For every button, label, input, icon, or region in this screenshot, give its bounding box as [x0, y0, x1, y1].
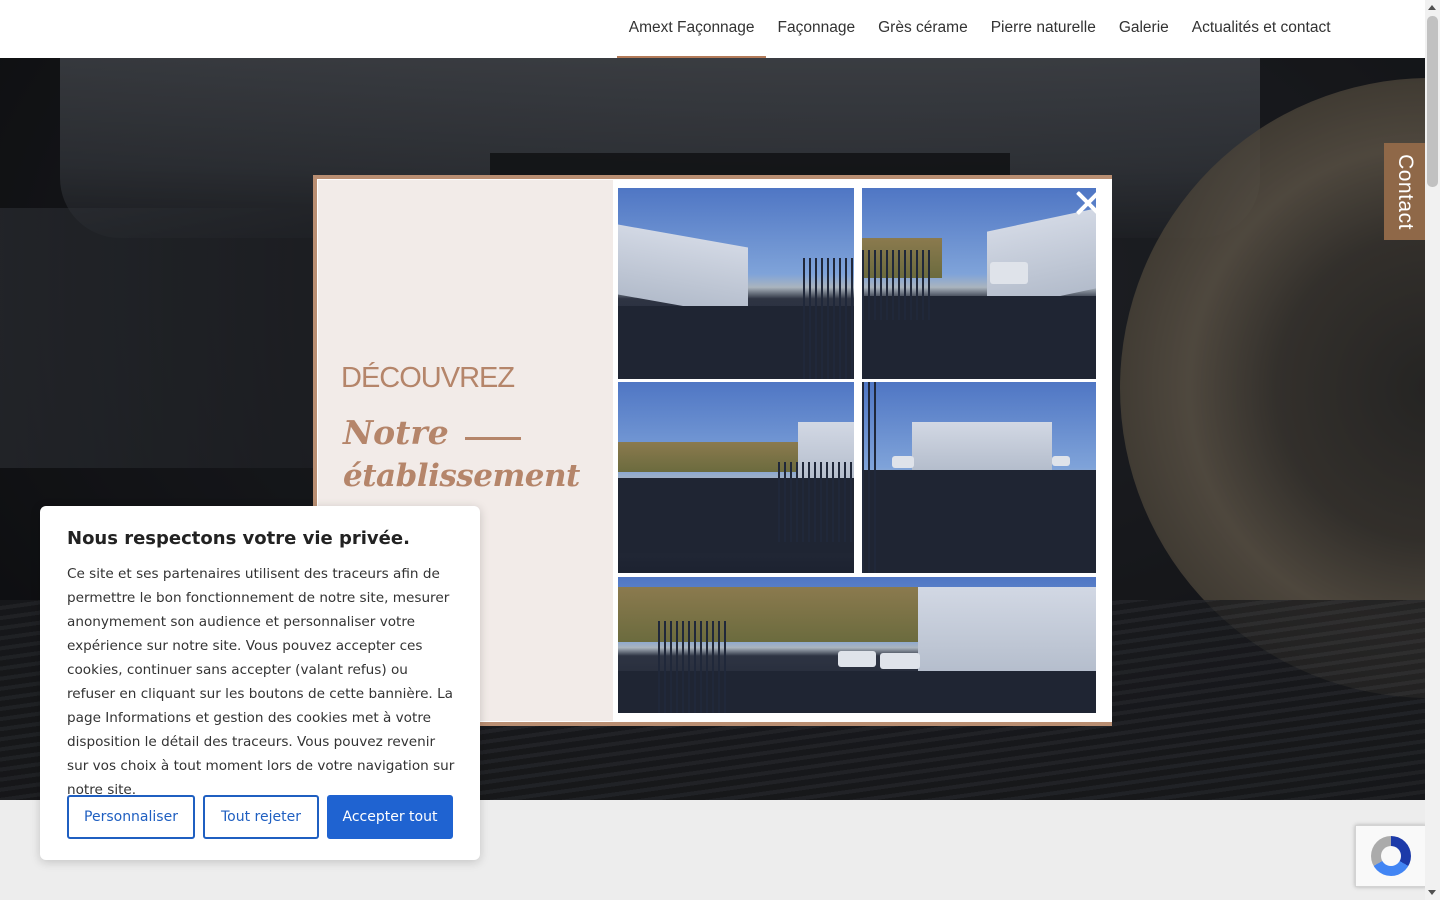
accept-all-button[interactable]: Accepter tout: [327, 795, 453, 839]
main-nav: Amext Façonnage Façonnage Grès cérame Pi…: [617, 0, 1342, 58]
cookie-banner: Nous respectons votre vie privée. Ce sit…: [40, 506, 480, 860]
nav-item-actualites-contact[interactable]: Actualités et contact: [1180, 0, 1342, 58]
scroll-up-icon[interactable]: [1428, 5, 1436, 10]
nav-item-pierre-naturelle[interactable]: Pierre naturelle: [979, 0, 1107, 58]
cookie-title: Nous respectons votre vie privée.: [67, 528, 410, 549]
cookie-button-row: Personnaliser Tout rejeter Accepter tout: [67, 795, 453, 839]
scroll-thumb[interactable]: [1427, 16, 1438, 187]
nav-item-galerie[interactable]: Galerie: [1107, 0, 1180, 58]
recaptcha-icon: [1371, 836, 1411, 876]
contact-side-tab[interactable]: Contact: [1384, 143, 1425, 240]
site-header: Amext Façonnage Façonnage Grès cérame Pi…: [0, 0, 1425, 58]
page-scrollbar[interactable]: [1425, 0, 1440, 900]
nav-item-amext-faconnage[interactable]: Amext Façonnage: [617, 0, 766, 58]
customize-button[interactable]: Personnaliser: [67, 795, 195, 839]
scroll-down-icon[interactable]: [1428, 890, 1436, 895]
recaptcha-badge[interactable]: [1355, 825, 1427, 887]
nav-item-faconnage[interactable]: Façonnage: [766, 0, 867, 58]
reject-all-button[interactable]: Tout rejeter: [203, 795, 319, 839]
contact-tab-label: Contact: [1393, 153, 1417, 230]
popup-close-icon[interactable]: [1070, 185, 1106, 221]
nav-item-gres-cerame[interactable]: Grès cérame: [867, 0, 980, 58]
cookie-text: Ce site et ses partenaires utilisent des…: [67, 566, 455, 798]
